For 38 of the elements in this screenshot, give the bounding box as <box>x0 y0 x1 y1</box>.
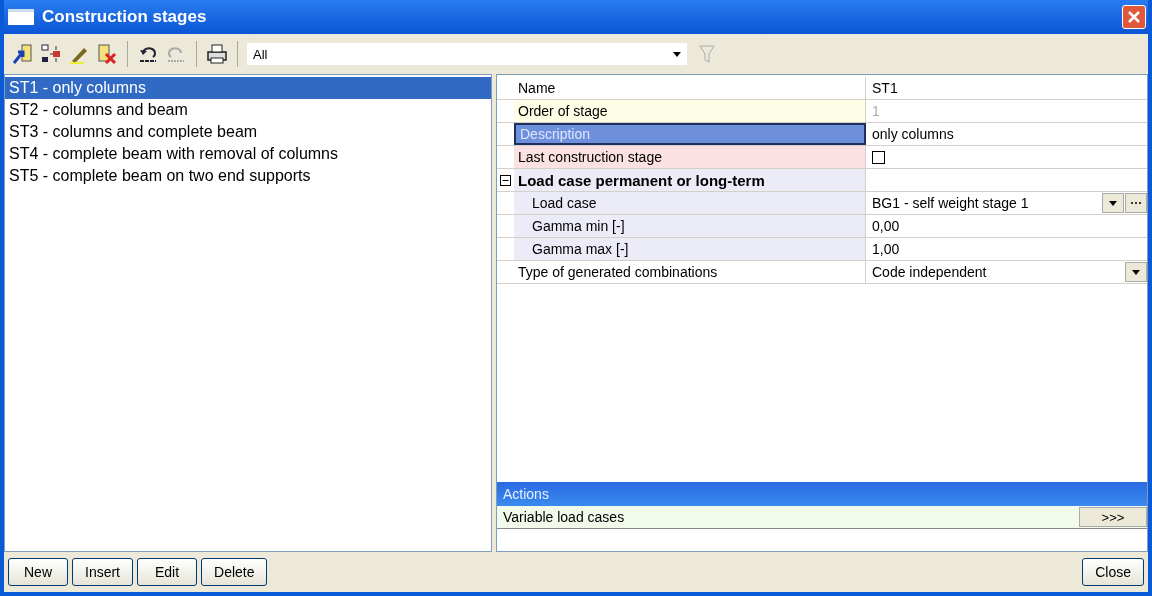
window-icon <box>8 9 34 25</box>
close-button[interactable]: Close <box>1082 558 1144 586</box>
insert-arrow-icon[interactable] <box>12 43 34 65</box>
swap-icon[interactable] <box>40 43 62 65</box>
dialog-button[interactable]: New <box>8 558 68 586</box>
stage-item[interactable]: ST3 - columns and complete beam <box>5 121 491 143</box>
collapse-icon[interactable] <box>500 174 511 186</box>
close-icon[interactable] <box>1122 5 1146 29</box>
caret-icon <box>673 51 681 57</box>
stage-item[interactable]: ST5 - complete beam on two end supports <box>5 165 491 187</box>
property-label[interactable]: Load case <box>514 192 866 214</box>
property-label[interactable]: Gamma min [-] <box>514 215 866 237</box>
filter-dropdown[interactable]: All <box>247 43 687 65</box>
window-title: Construction stages <box>42 7 207 27</box>
delete-icon[interactable] <box>96 43 118 65</box>
dropdown-icon[interactable] <box>1102 193 1124 213</box>
actions-header: Actions <box>497 482 1147 506</box>
property-label[interactable]: Last construction stage <box>514 146 866 168</box>
stage-item[interactable]: ST4 - complete beam with removal of columns <box>5 143 491 165</box>
stage-item[interactable]: ST2 - columns and beam <box>5 99 491 121</box>
action-label: Variable load cases <box>502 509 626 525</box>
property-value[interactable]: only columns <box>872 126 954 142</box>
property-value[interactable]: 1,00 <box>872 241 900 257</box>
ellipsis-icon[interactable] <box>1125 193 1147 213</box>
dropdown-icon[interactable] <box>1125 262 1147 282</box>
property-value[interactable]: 0,00 <box>872 218 900 234</box>
group-label: Load case permanent or long-term <box>514 169 866 191</box>
dialog-button[interactable]: Edit <box>137 558 197 586</box>
property-value[interactable]: Code independent <box>872 264 1124 280</box>
printer-icon[interactable] <box>206 43 228 65</box>
checkbox[interactable] <box>872 150 885 164</box>
dialog-button[interactable]: Insert <box>72 558 133 586</box>
property-label[interactable]: Gamma max [-] <box>514 238 866 260</box>
property-value[interactable]: BG1 - self weight stage 1 <box>872 195 1101 211</box>
stage-item[interactable]: ST1 - only columns <box>5 77 491 99</box>
dialog-button[interactable]: Delete <box>201 558 268 586</box>
action-button[interactable]: >>> <box>1079 507 1147 527</box>
property-value[interactable]: ST1 <box>872 80 898 96</box>
